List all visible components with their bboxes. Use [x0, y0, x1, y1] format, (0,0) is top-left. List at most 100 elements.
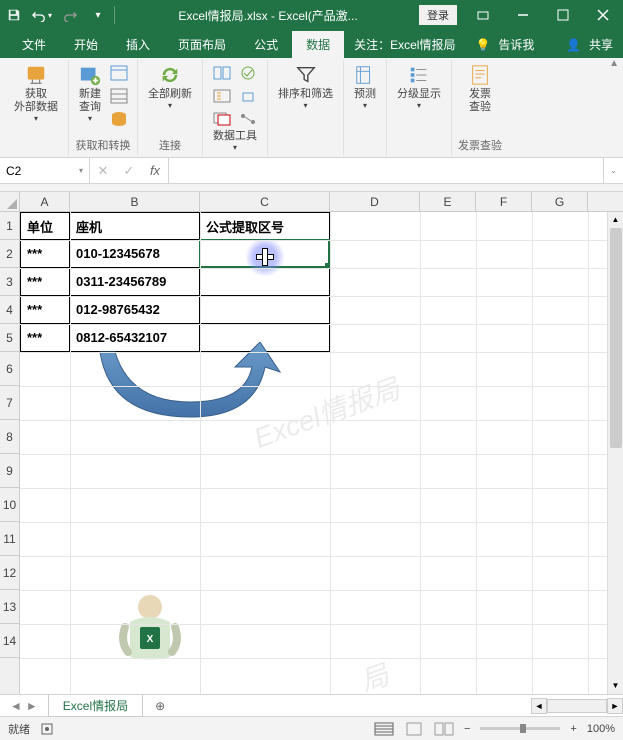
group-sort-filter: 排序和筛选 ▾ [268, 60, 344, 155]
forecast-button[interactable]: 预测 ▾ [350, 62, 380, 112]
tellme[interactable]: 💡告诉我 [465, 31, 544, 58]
col-header-e[interactable]: E [420, 192, 476, 211]
collapse-ribbon-icon[interactable]: ▲ [609, 58, 619, 69]
add-sheet-icon[interactable]: ⊕ [149, 699, 171, 713]
row-header-3[interactable]: 3 [0, 268, 19, 296]
zoom-slider[interactable] [480, 727, 560, 730]
ribbon: 获取 外部数据 ▾ 新建 查询 ▾ 获取和转换 全部刷新 ▾ [0, 58, 623, 158]
row-header-13[interactable]: 13 [0, 590, 19, 624]
ribbon-options-icon[interactable] [463, 0, 503, 30]
tab-insert[interactable]: 插入 [112, 31, 164, 58]
close-icon[interactable] [583, 0, 623, 30]
spreadsheet-grid[interactable]: ABCDEFG 1234567891011121314 单位 座机 公式提取区号… [0, 192, 623, 694]
invoice-button[interactable]: 发票 查验 [465, 62, 495, 116]
tab-home[interactable]: 开始 [60, 31, 112, 58]
minimize-icon[interactable] [503, 0, 543, 30]
consolidate-icon[interactable] [236, 85, 260, 107]
col-header-b[interactable]: B [70, 192, 200, 211]
cell-a3[interactable]: *** [20, 267, 70, 296]
cell-c4[interactable] [199, 295, 330, 324]
redo-icon[interactable] [56, 0, 84, 30]
cell-b4[interactable]: 012-98765432 [69, 295, 200, 324]
refresh-all-button[interactable]: 全部刷新 ▾ [144, 62, 196, 112]
cell-c1[interactable]: 公式提取区号 [199, 212, 330, 240]
login-button[interactable]: 登录 [419, 5, 457, 25]
cell-b2[interactable]: 010-12345678 [69, 239, 200, 268]
row-header-5[interactable]: 5 [0, 324, 19, 352]
macro-record-icon[interactable] [40, 722, 54, 736]
row-header-7[interactable]: 7 [0, 386, 19, 420]
group-get-transform: 新建 查询 ▾ 获取和转换 [69, 60, 138, 155]
sort-filter-button[interactable]: 排序和筛选 ▾ [274, 62, 337, 112]
cell-b3[interactable]: 0311-23456789 [69, 267, 200, 296]
horizontal-scrollbar[interactable] [547, 699, 607, 713]
share-button[interactable]: 👤共享 [556, 31, 623, 58]
select-all-corner[interactable] [0, 192, 20, 212]
formula-input[interactable] [169, 158, 603, 183]
maximize-icon[interactable] [543, 0, 583, 30]
recent-sources-icon[interactable] [107, 108, 131, 130]
cell-b1[interactable]: 座机 [69, 212, 200, 240]
qat-customize-icon[interactable]: ▾ [84, 0, 112, 30]
view-page-break-icon[interactable] [434, 722, 454, 736]
name-box[interactable]: C2▾ [0, 158, 90, 183]
row-header-4[interactable]: 4 [0, 296, 19, 324]
row-header-6[interactable]: 6 [0, 352, 19, 386]
save-icon[interactable] [0, 0, 28, 30]
cell-a5[interactable]: *** [20, 323, 70, 352]
sheet-nav-next-icon[interactable]: ► [26, 699, 38, 713]
from-table-icon[interactable] [107, 85, 131, 107]
undo-icon[interactable]: ▾ [28, 0, 56, 30]
cell-a1[interactable]: 单位 [20, 212, 70, 240]
fx-icon[interactable]: fx [142, 163, 168, 178]
view-page-layout-icon[interactable] [404, 722, 424, 736]
share-icon: 👤 [566, 38, 581, 52]
row-header-11[interactable]: 11 [0, 522, 19, 556]
col-header-f[interactable]: F [476, 192, 532, 211]
cell-a4[interactable]: *** [20, 295, 70, 324]
enter-formula-icon[interactable]: ✓ [116, 163, 142, 179]
cell-a2[interactable]: *** [20, 239, 70, 268]
zoom-in-icon[interactable]: + [570, 723, 576, 735]
row-header-10[interactable]: 10 [0, 488, 19, 522]
col-header-d[interactable]: D [330, 192, 420, 211]
col-header-a[interactable]: A [20, 192, 70, 211]
tab-file[interactable]: 文件 [8, 31, 60, 58]
cancel-formula-icon[interactable]: ✕ [90, 163, 116, 179]
get-external-data-button[interactable]: 获取 外部数据 ▾ [10, 62, 62, 125]
flash-fill-icon[interactable] [210, 85, 234, 107]
expand-formula-bar-icon[interactable]: ⌄ [603, 158, 623, 183]
zoom-level[interactable]: 100% [587, 723, 615, 735]
status-bar: 就绪 − + 100% [0, 716, 623, 740]
col-header-c[interactable]: C [200, 192, 330, 211]
remove-duplicates-icon[interactable] [210, 108, 234, 130]
hscroll-right-icon[interactable]: ► [607, 698, 623, 714]
row-header-1[interactable]: 1 [0, 212, 19, 240]
vertical-scrollbar[interactable]: ▲ ▼ [607, 212, 623, 694]
text-to-columns-icon[interactable] [210, 62, 234, 84]
zoom-out-icon[interactable]: − [464, 723, 470, 735]
col-header-g[interactable]: G [532, 192, 588, 211]
sheet-tab[interactable]: Excel情报局 [48, 695, 143, 717]
view-normal-icon[interactable] [374, 722, 394, 736]
tab-data[interactable]: 数据 [292, 31, 344, 58]
row-header-9[interactable]: 9 [0, 454, 19, 488]
data-validation-icon[interactable] [236, 62, 260, 84]
row-header-8[interactable]: 8 [0, 420, 19, 454]
show-queries-icon[interactable] [107, 62, 131, 84]
group-invoice: 发票 查验 发票查验 [452, 60, 508, 155]
row-header-2[interactable]: 2 [0, 240, 19, 268]
tab-layout[interactable]: 页面布局 [164, 31, 240, 58]
sheet-nav-prev-icon[interactable]: ◄ [10, 699, 22, 713]
row-headers[interactable]: 1234567891011121314 [0, 212, 20, 694]
column-headers[interactable]: ABCDEFG [20, 192, 623, 212]
row-header-12[interactable]: 12 [0, 556, 19, 590]
new-query-button[interactable]: 新建 查询 ▾ [75, 62, 105, 125]
relationships-icon[interactable] [236, 108, 260, 130]
tab-formula[interactable]: 公式 [240, 31, 292, 58]
hscroll-left-icon[interactable]: ◄ [531, 698, 547, 714]
row-header-14[interactable]: 14 [0, 624, 19, 658]
outline-button[interactable]: 分级显示 ▾ [393, 62, 445, 112]
group-external-data: 获取 外部数据 ▾ [4, 60, 69, 155]
status-ready: 就绪 [8, 721, 30, 737]
